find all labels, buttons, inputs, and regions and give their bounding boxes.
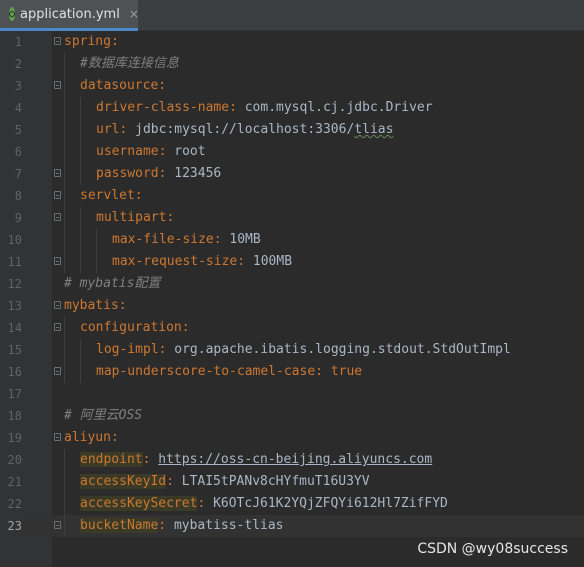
code-line[interactable]: 10 max-file-size: 10MB: [0, 229, 584, 251]
yaml-value: com.mysql.cj.jdbc.Driver: [244, 100, 433, 115]
yaml-value: org.apache.ibatis.logging.stdout.StdOutI…: [174, 342, 511, 357]
line-number: 13: [7, 299, 22, 313]
yaml-key: servlet: [80, 188, 135, 203]
code-line[interactable]: 16 map-underscore-to-camel-case: true: [0, 361, 584, 383]
yaml-key: accessKeyId: [80, 474, 167, 489]
yaml-value: root: [174, 144, 206, 159]
line-number: 3: [14, 79, 22, 93]
code-line[interactable]: 18 # 阿里云OSS: [0, 405, 584, 427]
line-number: 12: [7, 277, 22, 291]
yaml-value: LTAI5tPANv8cHYfmuT16U3YV: [181, 474, 370, 489]
close-icon[interactable]: ×: [129, 7, 139, 21]
code-line-current[interactable]: 23 bucketName: mybatiss-tlias: [0, 515, 584, 537]
line-number: 14: [7, 321, 22, 335]
fold-icon[interactable]: [54, 521, 61, 529]
spring-file-icon: [9, 7, 15, 21]
yaml-key: max-file-size: [112, 232, 214, 247]
line-number: 8: [14, 189, 22, 203]
code-line[interactable]: 3 datasource:: [0, 75, 584, 97]
line-number: 9: [14, 211, 22, 225]
fold-icon[interactable]: [54, 257, 61, 265]
line-number: 16: [7, 365, 22, 379]
yaml-comment: # mybatis配置: [64, 276, 161, 291]
yaml-key: accessKeySecret: [80, 496, 198, 511]
line-number: 21: [7, 475, 22, 489]
code-line[interactable]: 5 url: jdbc:mysql://localhost:3306/tlias: [0, 119, 584, 141]
line-number: 4: [14, 101, 22, 115]
code-line[interactable]: 14 configuration:: [0, 317, 584, 339]
fold-icon[interactable]: [54, 191, 61, 199]
code-line[interactable]: 1 spring:: [0, 31, 584, 53]
fold-icon[interactable]: [54, 433, 61, 441]
code-line[interactable]: 15 log-impl: org.apache.ibatis.logging.s…: [0, 339, 584, 361]
line-number: 20: [7, 453, 22, 467]
line-number: 19: [7, 431, 22, 445]
fold-icon[interactable]: [54, 37, 61, 45]
yaml-key: aliyun: [64, 430, 111, 445]
yaml-key: bucketName: [80, 518, 159, 533]
code-line[interactable]: 4 driver-class-name: com.mysql.cj.jdbc.D…: [0, 97, 584, 119]
yaml-value: 123456: [174, 166, 222, 181]
tab-application-yml[interactable]: application.yml ×: [0, 0, 139, 31]
line-number: 7: [14, 167, 22, 181]
yaml-key: username: [96, 144, 159, 159]
yaml-key: multipart: [96, 210, 167, 225]
yaml-key: map-underscore-to-camel-case: [96, 364, 316, 379]
fold-icon[interactable]: [54, 367, 61, 375]
tab-label: application.yml: [20, 6, 120, 22]
line-number: 6: [14, 145, 22, 159]
yaml-value: K6OTcJ61K2YQjZFQYi612Hl7ZifFYD: [213, 496, 448, 511]
line-number: 17: [7, 387, 22, 401]
code-editor[interactable]: 1 spring: 2 #数据库连接信息 3 datasource: 4 dri…: [0, 31, 584, 567]
line-number: 1: [14, 35, 22, 49]
yaml-key: configuration: [80, 320, 182, 335]
editor-tab-bar: application.yml ×: [0, 0, 584, 31]
line-number: 22: [7, 497, 22, 511]
code-line[interactable]: 12 # mybatis配置: [0, 273, 584, 295]
yaml-value-typo: tlias: [354, 122, 394, 137]
code-line[interactable]: 11 max-request-size: 100MB: [0, 251, 584, 273]
yaml-comment: #数据库连接信息: [80, 56, 179, 71]
code-line[interactable]: 22 accessKeySecret: K6OTcJ61K2YQjZFQYi61…: [0, 493, 584, 515]
yaml-comment: # 阿里云OSS: [64, 408, 143, 423]
yaml-key: mybatis: [64, 298, 119, 313]
yaml-key: max-request-size: [112, 254, 238, 269]
line-number: 11: [7, 255, 22, 269]
yaml-key: url: [96, 122, 120, 137]
yaml-value: mybatiss-tlias: [173, 518, 284, 533]
code-line[interactable]: 9 multipart:: [0, 207, 584, 229]
yaml-key: log-impl: [96, 342, 159, 357]
yaml-value: jdbc:mysql://localhost:3306/: [135, 122, 355, 137]
code-line[interactable]: 8 servlet:: [0, 185, 584, 207]
watermark: CSDN @wy08success: [417, 541, 568, 557]
yaml-value: true: [330, 364, 363, 379]
fold-icon[interactable]: [54, 323, 61, 331]
yaml-key: password: [96, 166, 159, 181]
line-number: 23: [0, 515, 22, 537]
fold-icon[interactable]: [54, 169, 61, 177]
fold-icon[interactable]: [54, 81, 61, 89]
yaml-value: 10MB: [229, 232, 261, 247]
fold-icon[interactable]: [54, 213, 61, 221]
fold-icon[interactable]: [54, 301, 61, 309]
code-line[interactable]: 2 #数据库连接信息: [0, 53, 584, 75]
line-number: 10: [7, 233, 22, 247]
code-line[interactable]: 19 aliyun:: [0, 427, 584, 449]
yaml-key: datasource: [80, 78, 159, 93]
line-number: 18: [7, 409, 22, 423]
code-line[interactable]: 6 username: root: [0, 141, 584, 163]
line-number: 15: [7, 343, 22, 357]
yaml-key: endpoint: [80, 452, 143, 467]
code-line[interactable]: 7 password: 123456: [0, 163, 584, 185]
code-line[interactable]: 20 endpoint: https://oss-cn-beijing.aliy…: [0, 449, 584, 471]
code-line[interactable]: 13 mybatis:: [0, 295, 584, 317]
line-number: 2: [14, 57, 22, 71]
code-line[interactable]: 21 accessKeyId: LTAI5tPANv8cHYfmuT16U3YV: [0, 471, 584, 493]
yaml-key: spring: [64, 34, 111, 49]
yaml-value: 100MB: [252, 254, 293, 269]
line-number: 5: [14, 123, 22, 137]
endpoint-url-link[interactable]: https://oss-cn-beijing.aliyuncs.com: [158, 452, 432, 467]
yaml-key: driver-class-name: [96, 100, 230, 115]
code-line[interactable]: 17: [0, 383, 584, 405]
